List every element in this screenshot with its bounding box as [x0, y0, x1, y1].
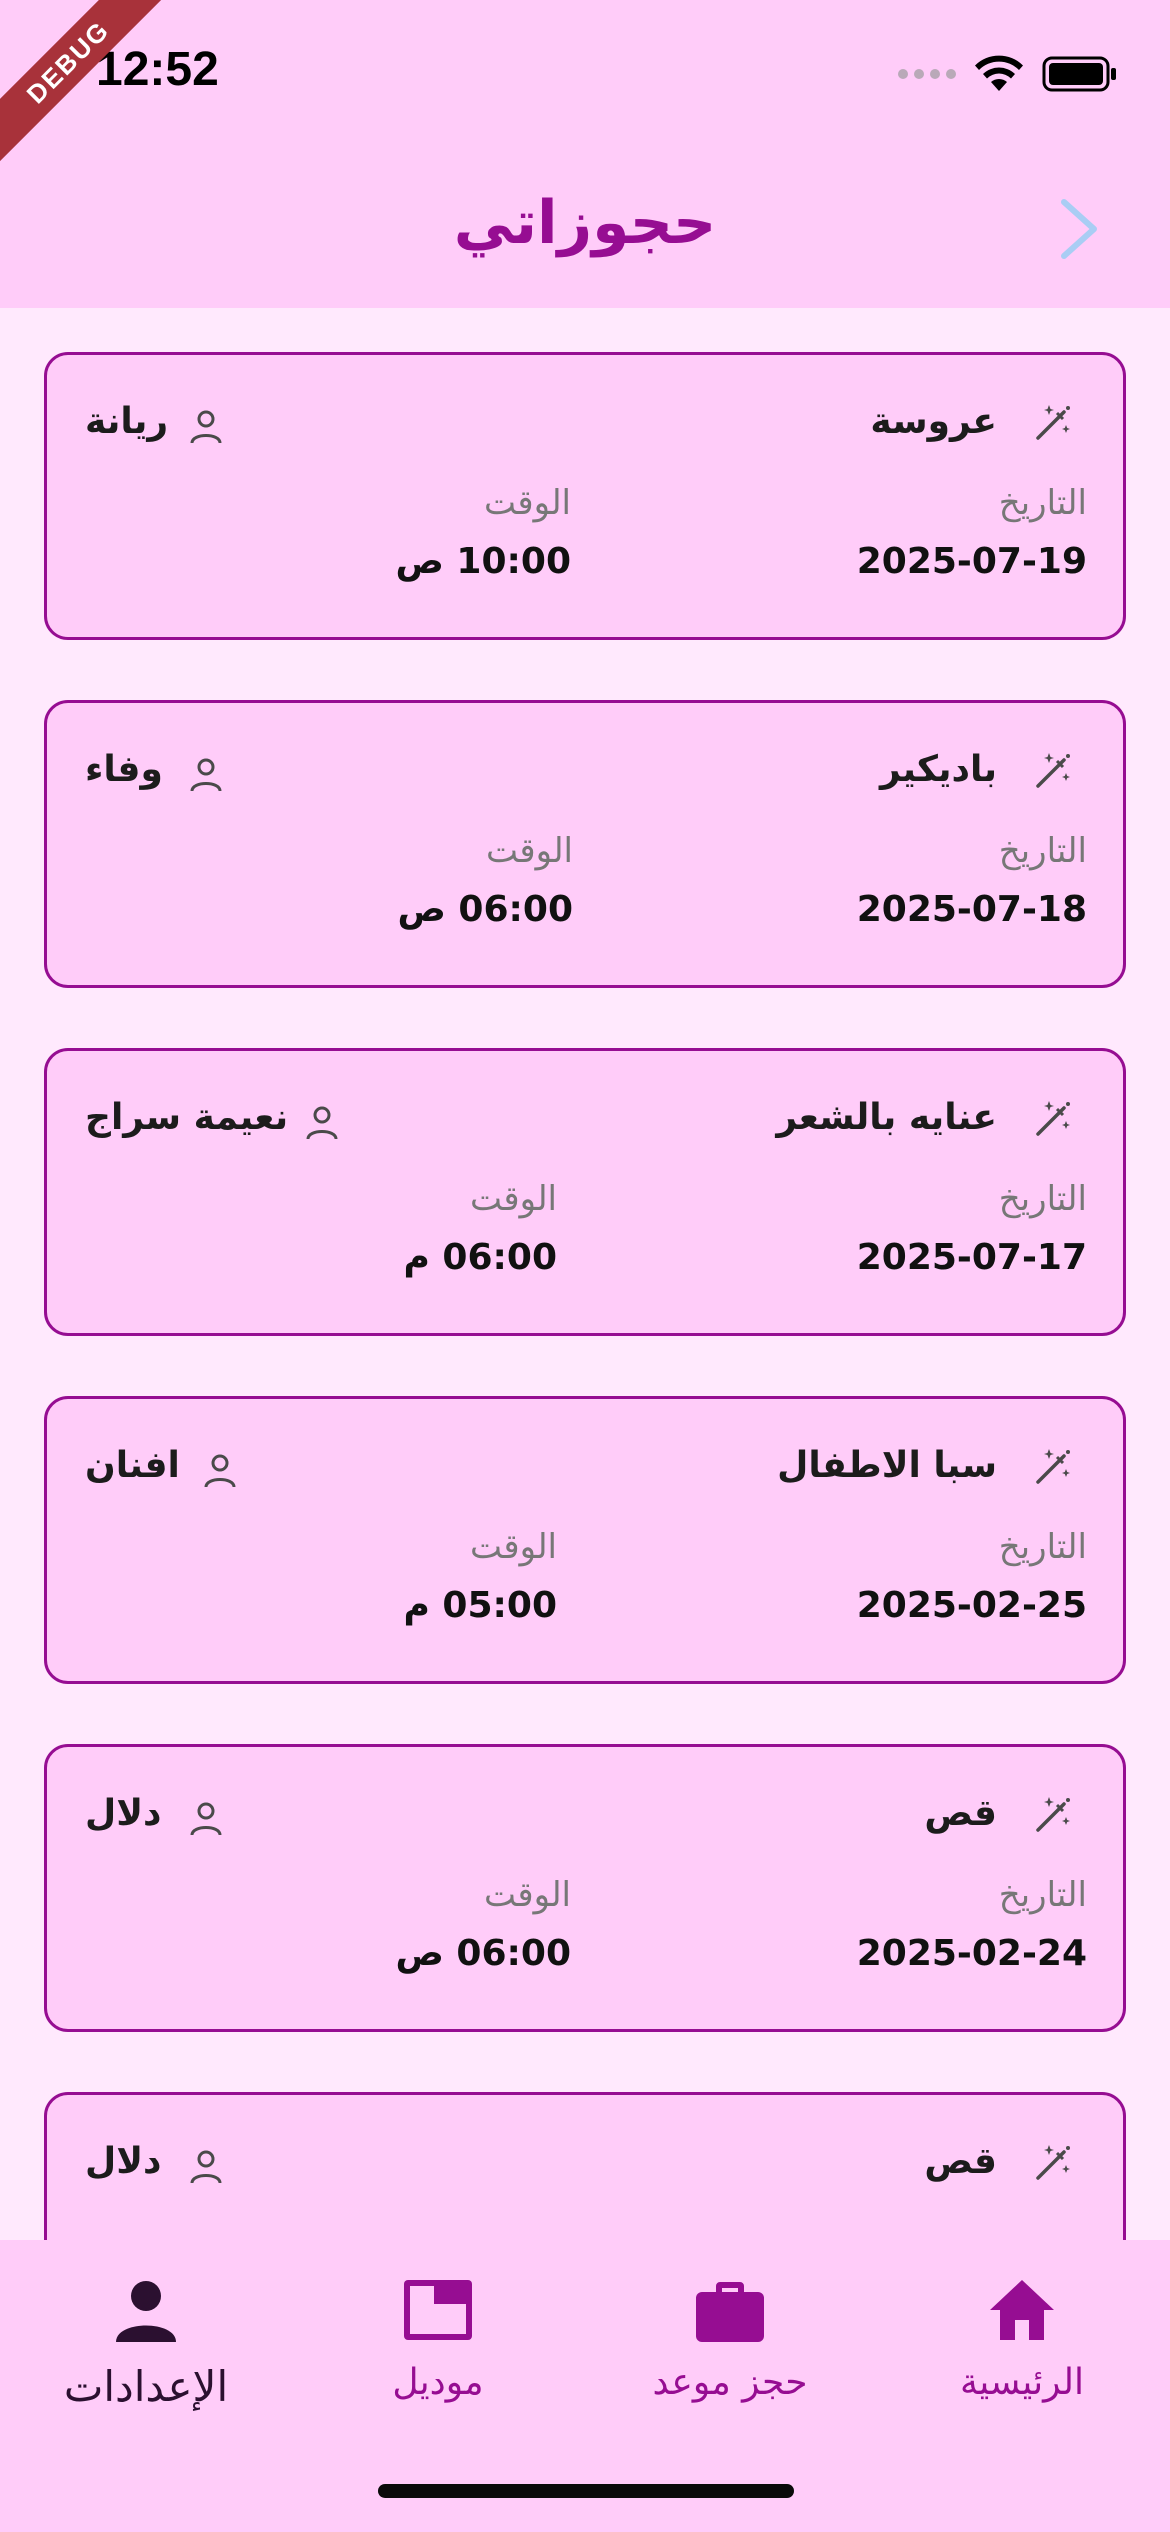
magic-wand-icon	[1036, 2145, 1070, 2180]
nav-item-models[interactable]: موديل	[318, 2270, 558, 2403]
status-bar: 12:52	[0, 0, 1170, 150]
service-name: سبا الاطفال	[777, 1445, 997, 1486]
booking-card[interactable]: سبا الاطفال افنان التاريخ 2025-02-25 الو…	[44, 1396, 1126, 1684]
app-bar: حجوزاتي	[0, 150, 1170, 308]
briefcase-icon	[696, 2282, 764, 2342]
bookings-list[interactable]: عروسة ريانة التاريخ 2025-07-19 الوقت 10:…	[44, 352, 1126, 2240]
service-name: قص	[924, 2141, 997, 2182]
time-value: 06:00 ص	[395, 1933, 571, 1974]
nav-label: حجز موعد	[652, 2362, 808, 2403]
nav-label: الإعدادات	[63, 2362, 229, 2411]
client-name: افنان	[85, 1445, 180, 1486]
client-name: دلال	[85, 1793, 162, 1834]
wifi-icon	[975, 55, 1023, 91]
magic-wand-icon	[1036, 1101, 1070, 1136]
client-name: ريانة	[85, 401, 169, 442]
person-outline-icon	[190, 410, 222, 444]
date-value: 2025-07-17	[856, 1237, 1087, 1278]
booking-card[interactable]: عنايه بالشعر نعيمة سراج التاريخ 2025-07-…	[44, 1048, 1126, 1336]
date-value: 2025-07-19	[856, 541, 1087, 582]
date-value: 2025-02-24	[856, 1933, 1087, 1974]
client-name: دلال	[85, 2141, 162, 2182]
status-icons	[898, 52, 1118, 96]
date-label: التاريخ	[998, 1875, 1087, 1915]
time-label: الوقت	[469, 1527, 557, 1567]
nav-item-book-appointment[interactable]: حجز موعد	[610, 2270, 850, 2403]
booking-card[interactable]: قص دلال	[44, 2092, 1126, 2240]
time-label: الوقت	[485, 831, 573, 871]
chevron-right-icon[interactable]	[1050, 194, 1110, 264]
person-outline-icon	[190, 758, 222, 792]
window-icon	[404, 2280, 472, 2340]
date-value: 2025-07-18	[856, 889, 1087, 930]
time-value: 06:00 ص	[397, 889, 573, 930]
date-label: التاريخ	[998, 831, 1087, 871]
nav-item-settings[interactable]: الإعدادات	[26, 2270, 266, 2411]
date-label: التاريخ	[998, 1179, 1087, 1219]
time-label: الوقت	[483, 483, 571, 523]
battery-icon	[1042, 56, 1116, 92]
magic-wand-icon	[1036, 405, 1070, 440]
client-name: نعيمة سراج	[85, 1097, 289, 1138]
time-value: 06:00 م	[403, 1237, 557, 1278]
person-outline-icon	[306, 1106, 338, 1140]
person-icon	[116, 2281, 176, 2342]
date-label: التاريخ	[998, 1527, 1087, 1567]
service-name: باديكير	[879, 749, 997, 790]
time-label: الوقت	[483, 1875, 571, 1915]
person-outline-icon	[204, 1454, 236, 1488]
magic-wand-icon	[1036, 753, 1070, 788]
booking-card[interactable]: عروسة ريانة التاريخ 2025-07-19 الوقت 10:…	[44, 352, 1126, 640]
booking-card[interactable]: باديكير وفاء التاريخ 2025-07-18 الوقت 06…	[44, 700, 1126, 988]
service-name: قص	[924, 1793, 997, 1834]
person-outline-icon	[190, 2150, 222, 2184]
time-value: 05:00 م	[403, 1585, 557, 1626]
person-outline-icon	[190, 1802, 222, 1836]
cellular-signal-icon	[898, 69, 956, 79]
time-label: الوقت	[469, 1179, 557, 1219]
time-value: 10:00 ص	[395, 541, 571, 582]
home-indicator[interactable]	[378, 2484, 794, 2498]
status-time: 12:52	[96, 43, 219, 96]
client-name: وفاء	[85, 749, 163, 790]
date-value: 2025-02-25	[856, 1585, 1087, 1626]
service-name: عروسة	[870, 401, 997, 442]
page-title: حجوزاتي	[453, 188, 717, 258]
nav-item-home[interactable]: الرئيسية	[902, 2270, 1142, 2403]
nav-label: موديل	[392, 2362, 484, 2403]
date-label: التاريخ	[998, 483, 1087, 523]
booking-card[interactable]: قص دلال التاريخ 2025-02-24 الوقت 06:00 ص	[44, 1744, 1126, 2032]
magic-wand-icon	[1036, 1797, 1070, 1832]
home-icon	[990, 2280, 1054, 2340]
magic-wand-icon	[1036, 1449, 1070, 1484]
nav-label: الرئيسية	[960, 2362, 1084, 2403]
service-name: عنايه بالشعر	[776, 1097, 997, 1138]
